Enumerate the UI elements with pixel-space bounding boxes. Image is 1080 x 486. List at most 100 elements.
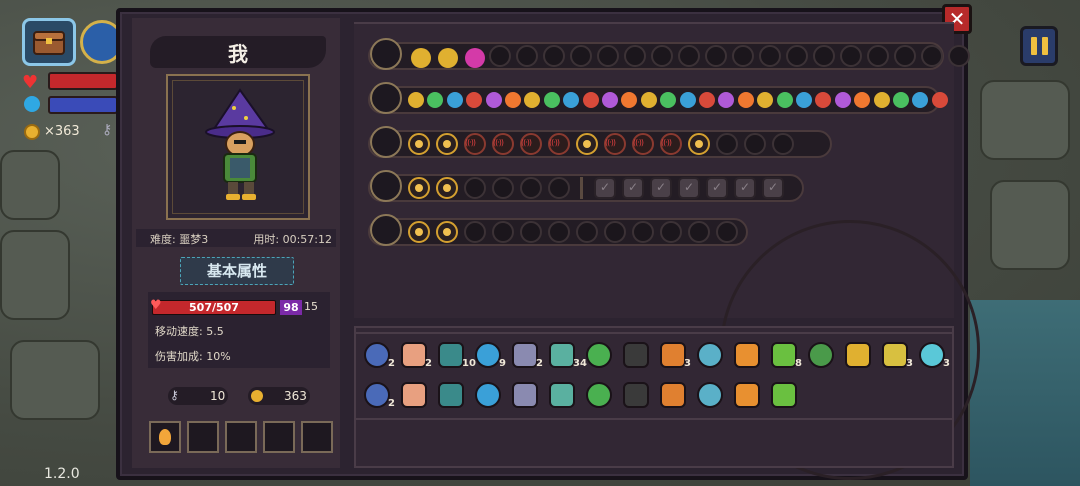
chest-icon[interactable]: [370, 38, 402, 70]
upgrade-icon[interactable]: [776, 92, 793, 108]
item-count: 10: [462, 358, 476, 369]
hud-coin-count: ×363: [44, 124, 80, 139]
rune-icon[interactable]: [408, 177, 430, 199]
wizard-avatar-icon: [205, 88, 275, 200]
basic-attributes-tab[interactable]: 基本属性: [180, 257, 294, 285]
item-count: 3: [943, 358, 950, 369]
rune-icon[interactable]: [436, 221, 458, 243]
scroll-icon[interactable]: [734, 342, 760, 368]
mp-extra-value: 15: [304, 300, 318, 313]
arrow-icon[interactable]: [549, 342, 575, 368]
wizard-hat-icon[interactable]: [660, 382, 686, 408]
upgrade-icon[interactable]: [602, 92, 618, 108]
time-label: 用时: 00:57:12: [253, 233, 332, 246]
upgrade-icon[interactable]: [640, 92, 657, 108]
pause-button[interactable]: [1020, 26, 1058, 66]
beetle-icon[interactable]: [697, 382, 723, 408]
blue-jellyfish-icon[interactable]: [364, 382, 390, 408]
sword-icon[interactable]: [370, 214, 402, 246]
upgrade-icon[interactable]: [446, 92, 463, 108]
item-count: 3: [684, 358, 691, 369]
upgrade-icon[interactable]: [465, 48, 485, 68]
upgrade-icon[interactable]: [834, 92, 851, 108]
upgrade-icon[interactable]: [505, 92, 521, 108]
hud-coin-icon: [24, 124, 40, 140]
upgrade-icon[interactable]: [485, 92, 502, 108]
hp-bar: 507/507: [152, 300, 276, 315]
locked-slot: [734, 177, 756, 199]
bone-icon[interactable]: [475, 382, 501, 408]
gem-icon[interactable]: [882, 342, 908, 368]
hood-icon[interactable]: [623, 342, 649, 368]
leaf-icon[interactable]: [586, 342, 612, 368]
upgrade-icon[interactable]: [931, 92, 948, 108]
green-bow-icon[interactable]: [771, 342, 797, 368]
plant-icon[interactable]: [512, 382, 538, 408]
empty-slot: [744, 133, 766, 155]
upgrade-icon[interactable]: [873, 92, 890, 108]
upgrade-icon[interactable]: [699, 92, 715, 108]
equip-slot-1[interactable]: [149, 421, 181, 453]
upgrade-icon[interactable]: [796, 92, 812, 108]
arrow-bow-icon[interactable]: [438, 342, 464, 368]
equip-slot-2[interactable]: [187, 421, 219, 453]
bird-icon[interactable]: [845, 342, 871, 368]
empty-slot: [651, 45, 673, 67]
rune-icon[interactable]: [576, 133, 598, 155]
upgrade-icon[interactable]: [438, 48, 458, 68]
trophy-icon[interactable]: [438, 382, 464, 408]
hud-chest-icon[interactable]: [22, 18, 76, 66]
claw-icon[interactable]: [512, 342, 538, 368]
character-portrait: [166, 74, 310, 220]
hook-icon[interactable]: [808, 342, 834, 368]
upgrade-icon[interactable]: [679, 92, 696, 108]
wave-rune-icon[interactable]: [632, 133, 654, 155]
run-info: 难度: 噩梦3 用时: 00:57:12: [136, 229, 336, 247]
wave-rune-icon[interactable]: [492, 133, 514, 155]
key-icon[interactable]: [401, 382, 427, 408]
medallion-icon[interactable]: [697, 342, 723, 368]
jellyfish-icon[interactable]: [364, 342, 390, 368]
upgrade-icon[interactable]: [893, 92, 909, 108]
mustache-icon[interactable]: [549, 382, 575, 408]
rune-icon[interactable]: [688, 133, 710, 155]
empty-slot: [867, 45, 889, 67]
demon-icon[interactable]: [586, 382, 612, 408]
upgrade-icon[interactable]: [411, 48, 431, 68]
grid-book-icon[interactable]: [370, 126, 402, 158]
empty-slot: [705, 45, 727, 67]
scepter-icon[interactable]: [370, 170, 402, 202]
wave-rune-icon[interactable]: [520, 133, 542, 155]
rune-icon[interactable]: [408, 221, 430, 243]
rune-icon[interactable]: [436, 177, 458, 199]
equip-slot-3[interactable]: [225, 421, 257, 453]
rune-icon[interactable]: [408, 133, 430, 155]
bow-icon[interactable]: [660, 342, 686, 368]
rune-icon[interactable]: [436, 133, 458, 155]
wave-rune-icon[interactable]: [660, 133, 682, 155]
upgrade-icon[interactable]: [582, 92, 599, 108]
crossbow-icon[interactable]: [475, 342, 501, 368]
empty-slot: [786, 45, 808, 67]
empty-slot: [716, 133, 738, 155]
mask-icon[interactable]: [771, 382, 797, 408]
wave-rune-icon[interactable]: [548, 133, 570, 155]
upgrade-icon[interactable]: [408, 92, 424, 108]
feather-icon[interactable]: [401, 342, 427, 368]
wave-rune-icon[interactable]: [604, 133, 626, 155]
blue-bow-icon[interactable]: [919, 342, 945, 368]
item-count: 2: [388, 398, 395, 409]
empty-slot: [570, 45, 592, 67]
heart-icon[interactable]: [623, 382, 649, 408]
equip-slot-5[interactable]: [301, 421, 333, 453]
empty-slot: [543, 45, 565, 67]
staff-icon[interactable]: [370, 82, 402, 114]
equip-slot-4[interactable]: [263, 421, 295, 453]
empty-slot: [948, 45, 970, 67]
rune-card-icon[interactable]: [734, 382, 760, 408]
wave-rune-icon[interactable]: [464, 133, 486, 155]
upgrade-icon[interactable]: [737, 92, 754, 108]
upgrade-icon[interactable]: [543, 92, 560, 108]
empty-slot: [678, 45, 700, 67]
item-count: 34: [573, 358, 587, 369]
